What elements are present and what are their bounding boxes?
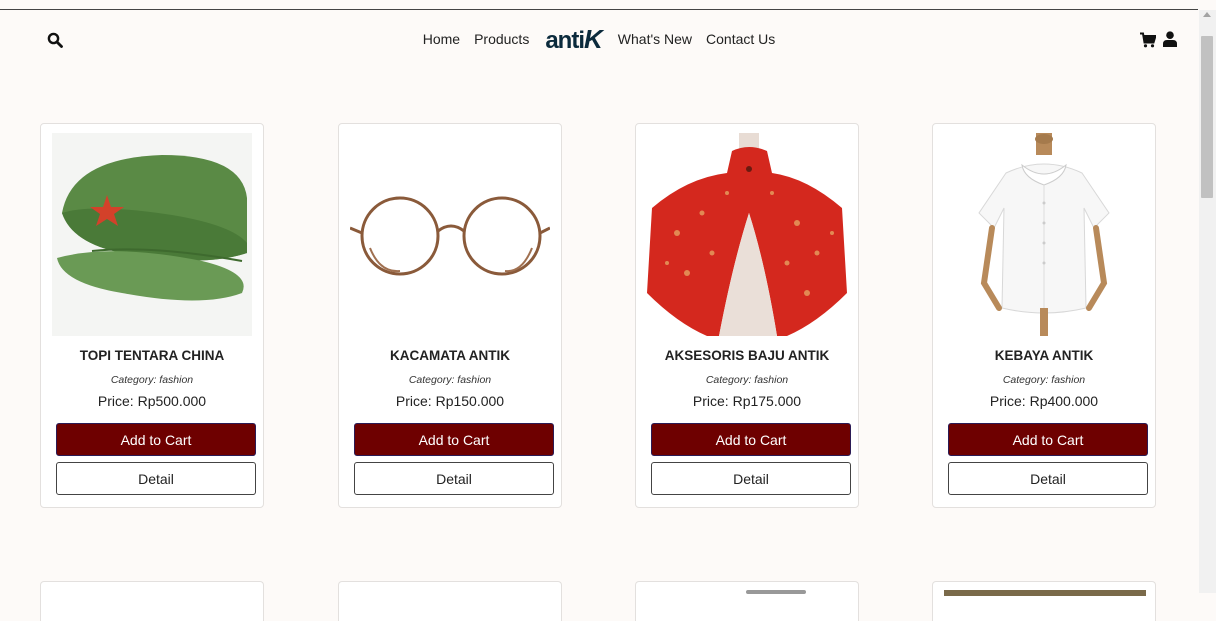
cart-icon[interactable] xyxy=(1140,32,1156,48)
scroll-up-arrow-icon[interactable] xyxy=(1203,12,1211,17)
product-price: Price: Rp175.000 xyxy=(692,393,802,409)
logo-text: anti xyxy=(545,26,585,54)
nav-link-home[interactable]: Home xyxy=(423,31,460,47)
product-category: Category: fashion xyxy=(705,374,789,386)
product-price: Price: Rp400.000 xyxy=(989,393,1099,409)
navbar: Home Products antiK What's New Contact U… xyxy=(0,10,1198,68)
product-name: KEBAYA ANTIK xyxy=(994,348,1094,363)
white-blouse-icon xyxy=(944,133,1144,336)
product-image-blouse[interactable] xyxy=(944,133,1144,336)
product-price: Price: Rp150.000 xyxy=(395,393,505,409)
product-image-glasses[interactable] xyxy=(350,133,550,336)
product-name: AKSESORIS BAJU ANTIK xyxy=(664,348,830,363)
scrollbar[interactable] xyxy=(1199,10,1216,593)
detail-button[interactable]: Detail xyxy=(651,462,851,495)
partial-image-hint xyxy=(746,590,806,594)
nav-links: Home Products antiK What's New Contact U… xyxy=(0,10,1198,68)
nav-link-products[interactable]: Products xyxy=(474,31,529,47)
product-card: KEBAYA ANTIK Category: fashion Price: Rp… xyxy=(932,123,1156,508)
add-to-cart-button[interactable]: Add to Cart xyxy=(948,423,1148,456)
product-card-partial xyxy=(635,581,859,621)
product-category: Category: fashion xyxy=(1002,374,1086,386)
product-name: TOPI TENTARA CHINA xyxy=(79,348,225,363)
product-category: Category: fashion xyxy=(408,374,492,386)
nav-link-whats-new[interactable]: What's New xyxy=(618,31,692,47)
add-to-cart-button[interactable]: Add to Cart xyxy=(354,423,554,456)
product-card-partial xyxy=(932,581,1156,621)
product-card: KACAMATA ANTIK Category: fashion Price: … xyxy=(338,123,562,508)
add-to-cart-button[interactable]: Add to Cart xyxy=(56,423,256,456)
partial-image-hint xyxy=(944,590,1146,596)
user-icon[interactable] xyxy=(1163,31,1177,47)
add-to-cart-button[interactable]: Add to Cart xyxy=(651,423,851,456)
brand-logo[interactable]: antiK xyxy=(543,26,603,53)
detail-button[interactable]: Detail xyxy=(354,462,554,495)
product-category: Category: fashion xyxy=(110,374,194,386)
green-army-cap-icon xyxy=(52,133,252,336)
product-card-partial xyxy=(338,581,562,621)
logo-k: K xyxy=(584,23,603,54)
product-image-cap[interactable] xyxy=(52,133,252,336)
product-name: KACAMATA ANTIK xyxy=(390,348,510,363)
product-price: Price: Rp500.000 xyxy=(97,393,207,409)
product-image-cape[interactable] xyxy=(647,133,847,336)
nav-link-contact-us[interactable]: Contact Us xyxy=(706,31,775,47)
product-card: AKSESORIS BAJU ANTIK Category: fashion P… xyxy=(635,123,859,508)
detail-button[interactable]: Detail xyxy=(948,462,1148,495)
product-card: TOPI TENTARA CHINA Category: fashion Pri… xyxy=(40,123,264,508)
scroll-thumb[interactable] xyxy=(1201,36,1213,198)
red-cape-icon xyxy=(647,133,847,336)
product-card-partial xyxy=(40,581,264,621)
detail-button[interactable]: Detail xyxy=(56,462,256,495)
round-glasses-icon xyxy=(350,133,550,336)
